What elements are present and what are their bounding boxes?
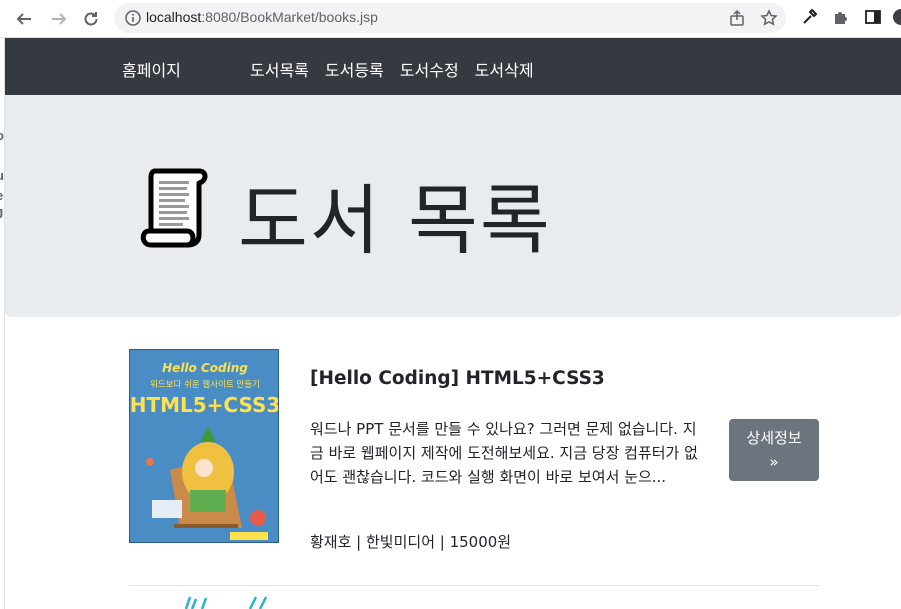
nav-item-book-add[interactable]: 도서등록: [325, 57, 384, 81]
site-navbar: 홈페이지 도서목록 도서등록 도서수정 도서삭제: [5, 38, 901, 95]
cover-series-text: Hello Coding: [162, 361, 248, 375]
strip-glyph: e: [0, 188, 3, 203]
back-arrow-icon: [16, 13, 31, 25]
eyedropper-icon[interactable]: [800, 8, 818, 26]
site-info-icon[interactable]: [124, 9, 142, 27]
nav-item-book-list[interactable]: 도서목록: [250, 57, 309, 81]
nav-menu: 도서목록 도서등록 도서수정 도서삭제: [250, 57, 550, 81]
scroll-icon: [140, 168, 208, 248]
reload-icon: [84, 12, 98, 26]
nav-item-book-delete[interactable]: 도서삭제: [475, 57, 534, 81]
strip-glyph: u: [0, 168, 4, 183]
bookmark-star-icon[interactable]: [760, 9, 778, 27]
extensions-puzzle-icon[interactable]: [832, 8, 850, 26]
book-meta: 황재호 | 한빛미디어 | 15000원: [310, 533, 512, 551]
home-link[interactable]: 홈페이지: [122, 57, 181, 81]
browser-toolbar: localhost:8080/BookMarket/books.jsp: [0, 0, 901, 38]
book-list-item: Hello Coding 워드보다 쉬운 웹사이트 만들기 HTML5+CSS3…: [129, 349, 819, 586]
item-divider: [129, 585, 819, 586]
cover-subtitle-text: 워드보다 쉬운 웹사이트 만들기: [150, 379, 260, 390]
cover-title-text: HTML5+CSS3: [130, 393, 279, 417]
book-title: [Hello Coding] HTML5+CSS3: [310, 368, 605, 389]
forward-arrow-icon: [52, 13, 67, 25]
page-title: 도서 목록: [238, 176, 552, 265]
offscreen-left-strip: o I u e J: [0, 38, 5, 609]
book-cover-art: Hello Coding 워드보다 쉬운 웹사이트 만들기 HTML5+CSS3: [130, 350, 279, 542]
url-path: :8080/BookMarket/books.jsp: [201, 9, 378, 25]
side-panel-icon[interactable]: [864, 8, 882, 26]
book-detail-button[interactable]: 상세정보 »: [729, 419, 819, 481]
profile-avatar-icon[interactable]: [892, 8, 901, 26]
back-button[interactable]: [12, 7, 36, 31]
address-bar[interactable]: localhost:8080/BookMarket/books.jsp: [114, 3, 786, 33]
forward-button[interactable]: [47, 7, 71, 31]
book-description: 워드나 PPT 문서를 만들 수 있나요? 그러면 문제 없습니다. 지금 바로…: [310, 420, 698, 486]
nav-item-book-edit[interactable]: 도서수정: [400, 57, 459, 81]
book-cover-image[interactable]: Hello Coding 워드보다 쉬운 웹사이트 만들기 HTML5+CSS3: [129, 349, 279, 543]
detail-button-arrow: »: [769, 453, 779, 471]
page-header-jumbotron: 도서 목록: [5, 95, 901, 317]
detail-button-label: 상세정보: [746, 429, 802, 447]
url-host: localhost: [146, 9, 202, 25]
strip-glyph: o: [0, 128, 4, 143]
share-icon[interactable]: [728, 9, 746, 27]
next-book-cover-peek: [184, 596, 268, 609]
reload-button[interactable]: [79, 7, 103, 31]
url-text: localhost:8080/BookMarket/books.jsp: [146, 9, 378, 25]
strip-glyph: J: [0, 206, 3, 221]
